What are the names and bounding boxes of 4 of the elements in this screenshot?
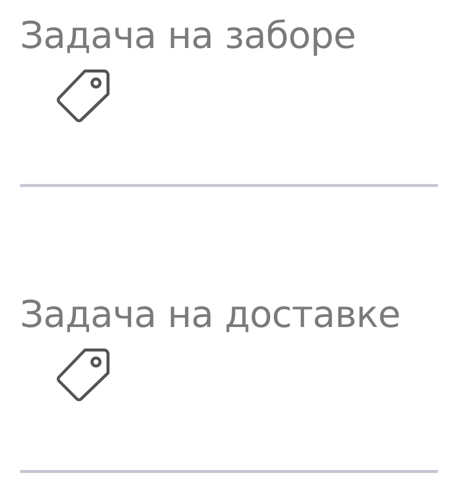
tag-icon xyxy=(55,68,111,124)
task-title: Задача на заборе xyxy=(20,14,356,58)
task-title: Задача на доставке xyxy=(20,293,400,338)
tag-icon xyxy=(55,347,111,404)
